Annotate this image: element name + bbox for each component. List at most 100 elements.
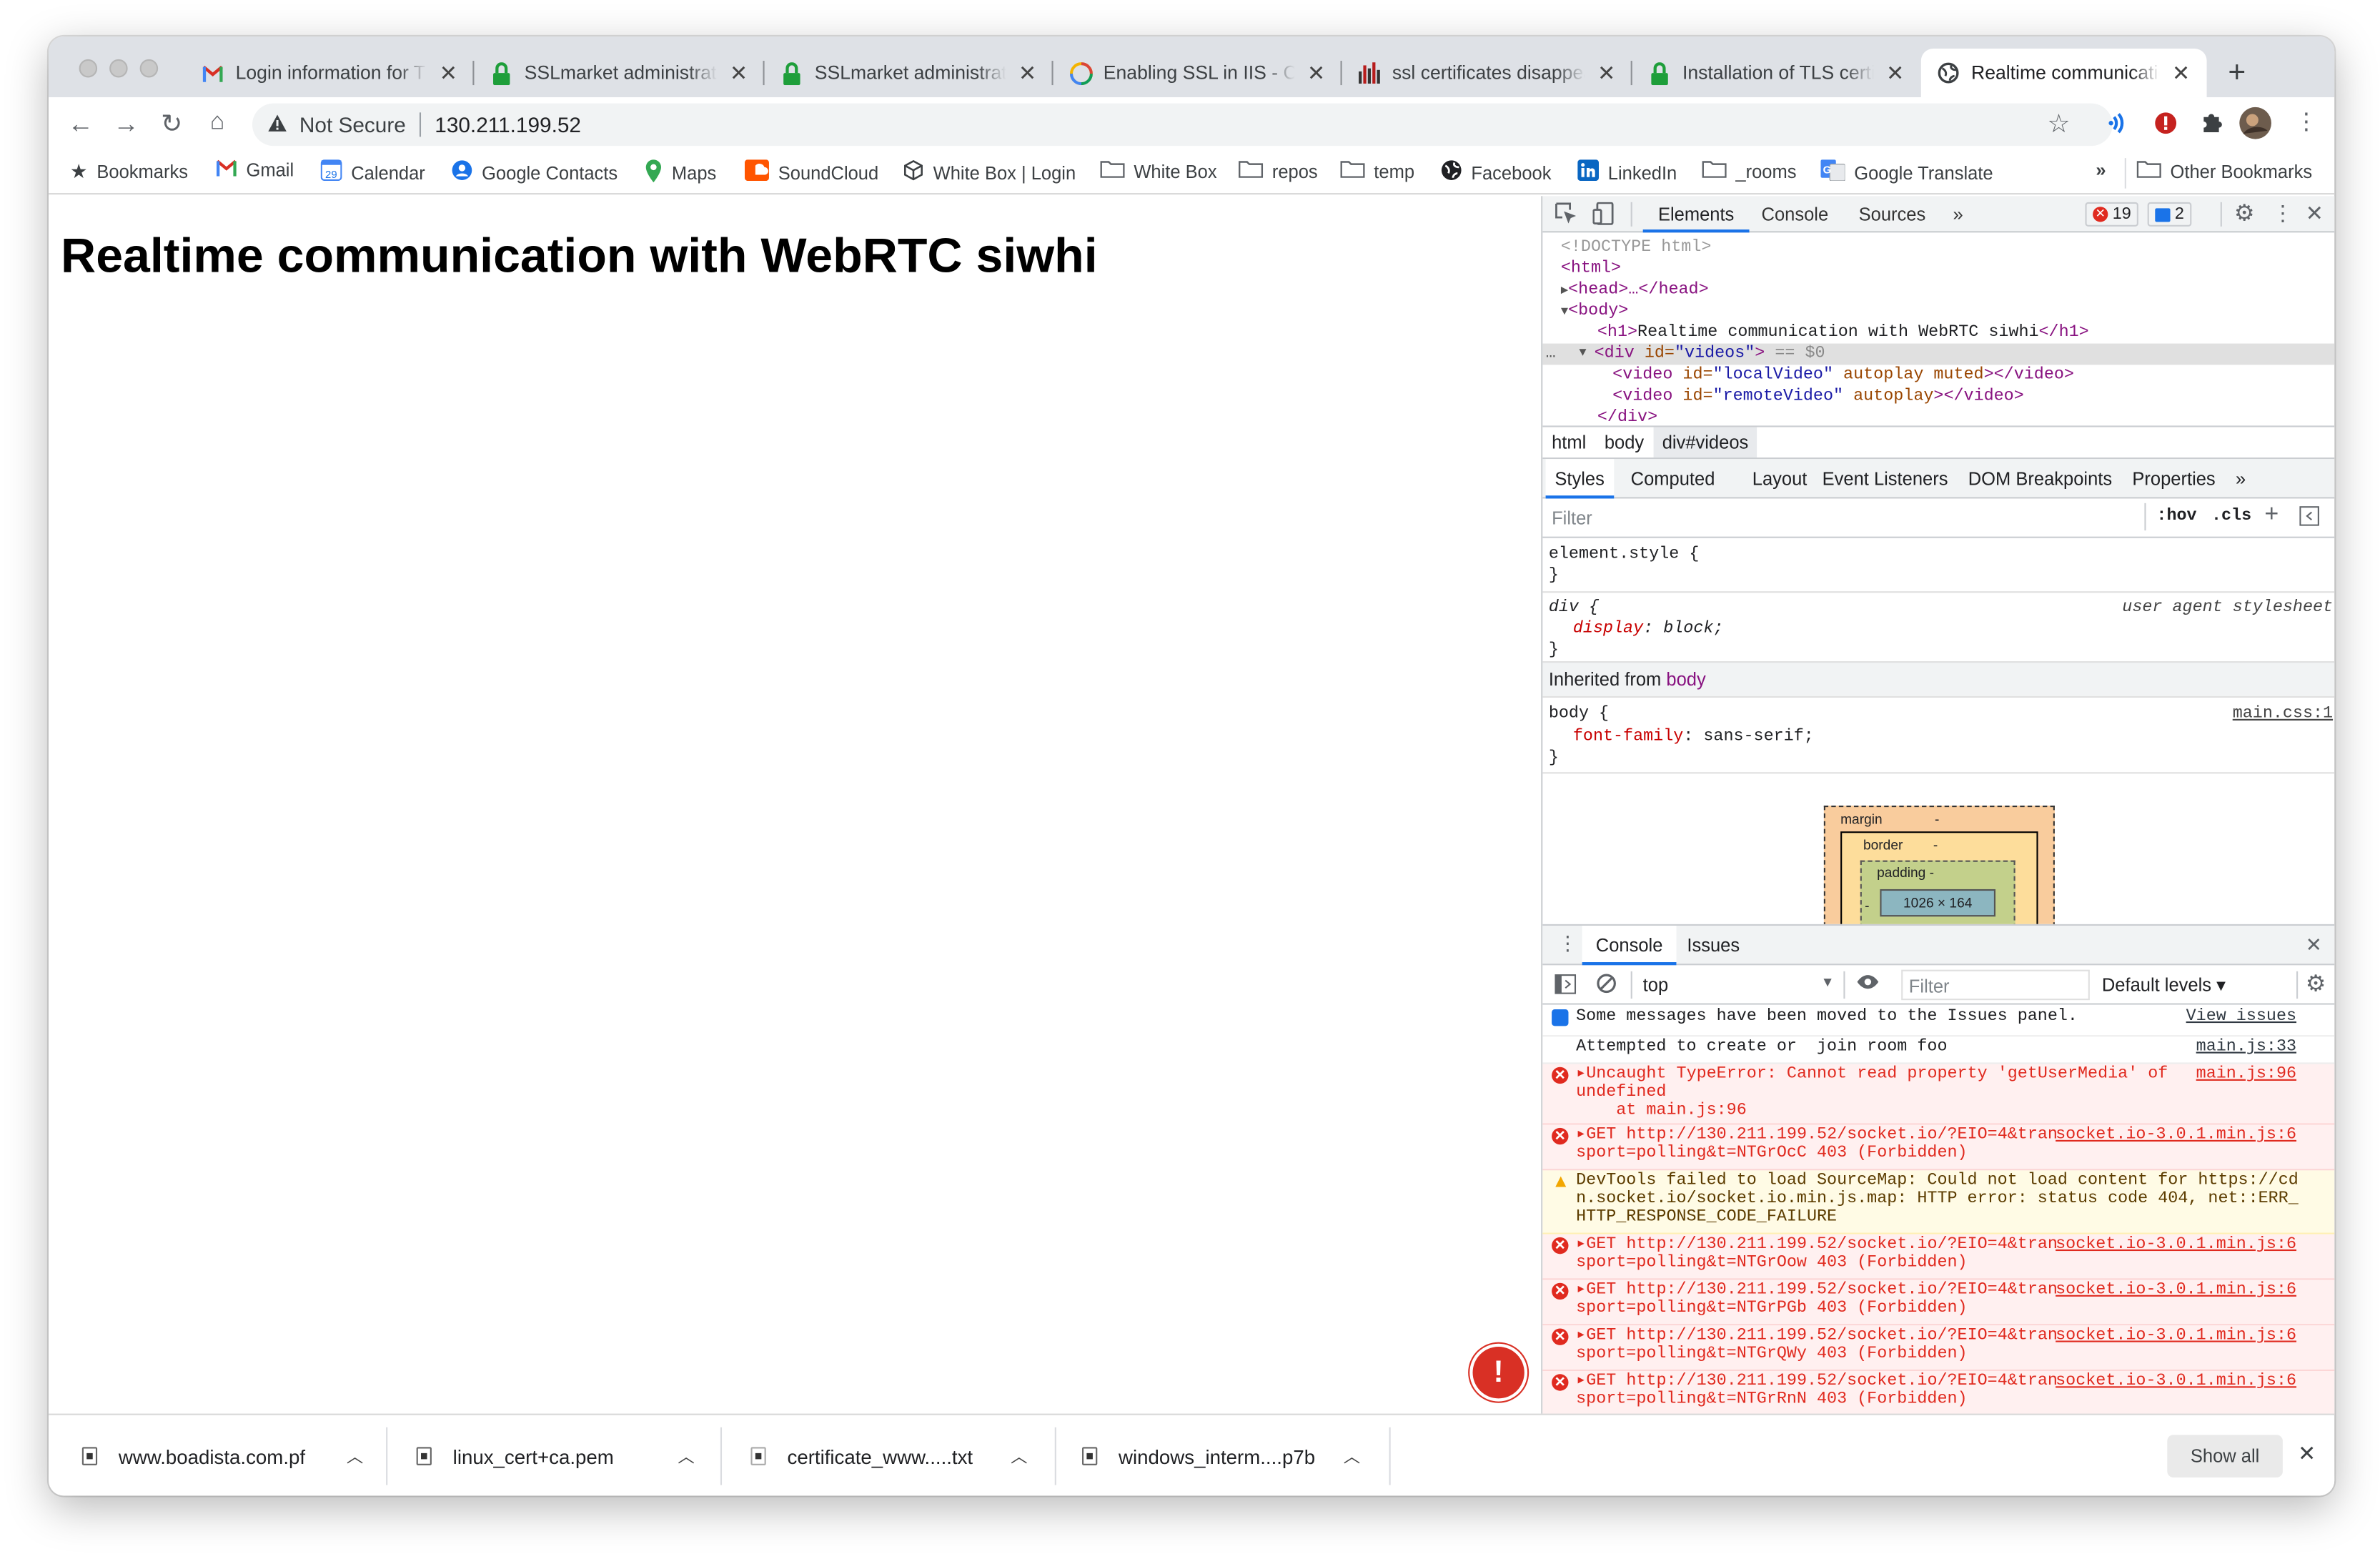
breadcrumb-div-videos[interactable]: div#videos — [1652, 427, 1758, 458]
div-rule-selector[interactable]: div { — [1549, 598, 1599, 620]
log-levels-select[interactable]: Default levels ▾ — [2102, 974, 2226, 996]
context-select[interactable]: top ▼ — [1643, 974, 1835, 996]
security-label[interactable]: Not Secure — [299, 112, 406, 137]
close-downloads-icon[interactable]: ✕ — [2298, 1441, 2316, 1467]
inspect-element-icon[interactable] — [1555, 202, 1577, 229]
dom-video-remote[interactable]: <video id="remoteVideo" autoplay></video… — [1612, 386, 2024, 407]
tab-computed[interactable]: Computed — [1631, 459, 1715, 498]
console-source-link[interactable]: socket.io-3.0.1.min.js:6 — [2056, 1127, 2296, 1145]
zoom-window-button[interactable] — [139, 59, 159, 78]
message-count-badge[interactable]: 2 — [2147, 202, 2192, 227]
body-rule-selector[interactable]: body { — [1549, 704, 1609, 726]
class-toggle[interactable]: .cls — [2211, 508, 2251, 526]
styles-filter-input[interactable]: Filter — [1552, 508, 1592, 529]
rule-source-link[interactable]: main.css:1 — [2233, 704, 2333, 726]
css-declaration[interactable]: font-family: sans-serif; — [1573, 726, 1814, 748]
signal-extension-icon[interactable] — [2108, 111, 2132, 143]
bookmark-item[interactable]: White Box | Login — [903, 159, 1076, 185]
console-settings-gear-icon[interactable]: ⚙ — [2306, 970, 2326, 997]
box-model-padding[interactable]: padding - - 1026 × 164 — [1860, 860, 2015, 924]
download-item[interactable]: certificate_www.....txt ︿ — [750, 1415, 1054, 1496]
more-subtabs-button[interactable]: » — [2236, 459, 2246, 498]
toggle-sidebar-icon[interactable] — [2299, 506, 2319, 530]
console-source-link[interactable]: socket.io-3.0.1.min.js:6 — [2056, 1282, 2296, 1300]
dom-h1[interactable]: <h1>Realtime communication with WebRTC s… — [1597, 322, 2089, 344]
tab-event-listeners[interactable]: Event Listeners — [1823, 459, 1948, 498]
inherited-source-link[interactable]: body — [1666, 669, 1705, 691]
close-tab-icon[interactable]: ✕ — [1017, 60, 1038, 86]
console-message-error[interactable]: ✕ ▸Uncaught TypeError: Cannot read prope… — [1542, 1064, 2335, 1125]
browser-tab[interactable]: Login information for TLS ✕ — [185, 49, 475, 97]
dom-head[interactable]: ▶<head>…</head> — [1561, 279, 1709, 302]
tab-properties[interactable]: Properties — [2132, 459, 2215, 498]
chevron-up-icon[interactable]: ︿ — [1344, 1444, 1360, 1468]
close-devtools-icon[interactable]: ✕ — [2306, 201, 2324, 227]
box-model-margin[interactable]: margin - border - padding - - 1026 × 164 — [1823, 806, 2055, 924]
box-model-content[interactable]: 1026 × 164 — [1880, 889, 1996, 917]
device-toggle-icon[interactable] — [1592, 202, 1615, 229]
chevron-up-icon[interactable]: ︿ — [347, 1444, 363, 1468]
settings-gear-icon[interactable]: ⚙ — [2234, 199, 2255, 227]
browser-tab[interactable]: ssl certificates disappear ✕ — [1342, 49, 1632, 97]
tab-sources[interactable]: Sources — [1859, 196, 1926, 232]
clear-console-icon[interactable] — [1596, 973, 1617, 999]
console-message-warning[interactable]: ▲ DevTools failed to load SourceMap: Cou… — [1542, 1170, 2335, 1234]
bookmark-item[interactable]: 29 Calendar — [320, 159, 425, 185]
back-icon[interactable]: ← — [64, 109, 97, 140]
error-count-badge[interactable]: ✕ 19 — [2085, 202, 2139, 227]
warning-icon[interactable] — [267, 112, 287, 137]
issue-alert-icon[interactable]: ! — [1472, 1347, 1524, 1399]
console-sidebar-icon[interactable] — [1555, 974, 1577, 999]
console-filter-input[interactable]: Filter — [1901, 969, 2090, 1001]
more-tabs-button[interactable]: » — [1953, 196, 1963, 232]
browser-tab-active[interactable]: Realtime communication ✕ — [1920, 49, 2207, 98]
reload-icon[interactable]: ↻ — [155, 109, 189, 140]
new-tab-icon[interactable]: + — [2228, 56, 2246, 91]
download-item[interactable]: linux_cert+ca.pem ︿ — [416, 1415, 720, 1496]
address-bar[interactable]: Not Secure 130.211.199.52 — [252, 103, 2113, 147]
close-tab-icon[interactable]: ✕ — [437, 60, 459, 86]
bookmark-item[interactable]: temp — [1340, 159, 1414, 182]
tab-dom-breakpoints[interactable]: DOM Breakpoints — [1968, 459, 2112, 498]
close-tab-icon[interactable]: ✕ — [1885, 60, 1906, 86]
close-window-button[interactable] — [79, 59, 98, 78]
chevron-up-icon[interactable]: ︿ — [678, 1444, 694, 1468]
dom-html[interactable]: <html> — [1561, 258, 1621, 279]
console-source-link[interactable]: main.js:96 — [2196, 1066, 2296, 1084]
close-tab-icon[interactable]: ✕ — [1306, 60, 1327, 86]
breadcrumb-html[interactable]: html — [1542, 427, 1595, 458]
ublock-extension-icon[interactable] — [2153, 111, 2178, 143]
box-model-border[interactable]: border - padding - - 1026 × 164 — [1840, 831, 2038, 924]
drawer-tab-console[interactable]: Console — [1582, 926, 1677, 966]
avatar[interactable] — [2238, 107, 2272, 147]
bookmark-star-icon[interactable]: ☆ — [2047, 109, 2070, 140]
download-item[interactable]: windows_interm....p7b ︿ — [1082, 1415, 1386, 1496]
css-declaration[interactable]: display: block; — [1573, 618, 1724, 640]
console-message-error[interactable]: ✕ ▸GET http://130.211.199.52/socket.io/?… — [1542, 1280, 2335, 1326]
browser-tab[interactable]: Installation of TLS certificate ✕ — [1632, 49, 1921, 97]
bookmark-item[interactable]: White Box — [1100, 159, 1217, 182]
view-issues-link[interactable]: View issues — [2186, 1008, 2296, 1026]
hover-state-toggle[interactable]: :hov — [2156, 508, 2196, 526]
console-message-error[interactable]: ✕ ▸GET http://130.211.199.52/socket.io/?… — [1542, 1371, 2335, 1415]
console-message-error[interactable]: ✕ ▸GET http://130.211.199.52/socket.io/?… — [1542, 1124, 2335, 1171]
eye-icon[interactable] — [1855, 973, 1880, 996]
dom-doctype[interactable]: <!DOCTYPE html> — [1561, 237, 1712, 259]
other-bookmarks[interactable]: Other Bookmarks — [2136, 159, 2312, 182]
breadcrumb-body[interactable]: body — [1595, 427, 1653, 458]
bookmark-item[interactable]: Gmail — [216, 159, 294, 181]
dom-body[interactable]: ▼<body> — [1561, 301, 1628, 324]
new-style-rule-icon[interactable]: + — [2264, 502, 2279, 529]
console-source-link[interactable]: main.js:33 — [2196, 1038, 2296, 1056]
close-tab-icon[interactable]: ✕ — [728, 60, 750, 86]
bookmark-item[interactable]: ★ Bookmarks — [70, 159, 188, 184]
bookmark-item[interactable]: _rooms — [1702, 159, 1796, 182]
browser-tab[interactable]: SSLmarket administration ✕ — [474, 49, 765, 97]
dom-div-videos-selected[interactable]: … ▼ <div id="videos"> == $0 — [1542, 343, 2335, 365]
bookmark-item[interactable]: repos — [1238, 159, 1318, 182]
close-tab-icon[interactable]: ✕ — [2171, 60, 2192, 86]
tab-layout[interactable]: Layout — [1752, 459, 1808, 498]
bookmark-item[interactable]: Facebook — [1441, 159, 1551, 185]
element-style-selector[interactable]: element.style { — [1549, 544, 1700, 566]
console-message-error[interactable]: ✕ ▸GET http://130.211.199.52/socket.io/?… — [1542, 1234, 2335, 1280]
